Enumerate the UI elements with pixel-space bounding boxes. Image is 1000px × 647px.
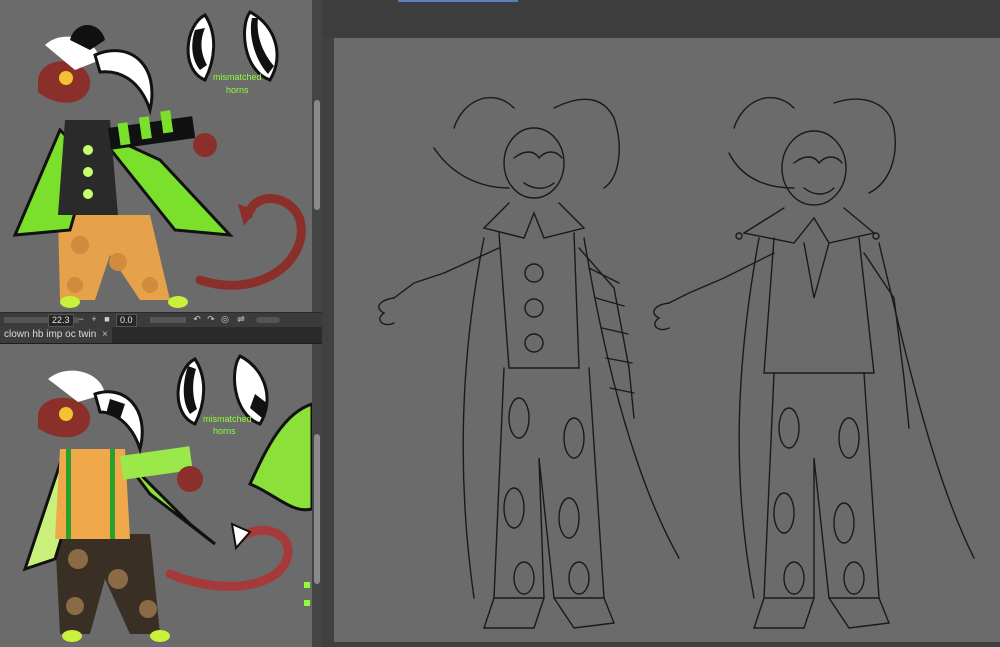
navigator-statusbar: 22.3 − + ■ 0.0 ↶ ↷ ◎ ⇌: [0, 312, 322, 327]
reset-rotation-icon[interactable]: ◎: [220, 314, 230, 324]
active-tab-indicator: [398, 0, 518, 2]
canvas-top-strip: [322, 0, 1000, 38]
scroll-indicator[interactable]: [256, 317, 280, 323]
document-tab[interactable]: clown hb imp oc twin ×: [0, 327, 112, 343]
document-tab-label: clown hb imp oc twin: [4, 329, 97, 340]
sub-view-scroll-thumb[interactable]: [314, 434, 320, 584]
minus-icon[interactable]: −: [76, 314, 86, 324]
navigator-view[interactable]: mismatched horns: [0, 0, 312, 312]
horn-note-line2: horns: [213, 426, 236, 436]
drawing-canvas[interactable]: [334, 38, 1000, 642]
rotation-value[interactable]: 0.0: [116, 314, 137, 327]
close-icon[interactable]: ×: [102, 327, 108, 343]
sketch-layer: [378, 97, 975, 629]
reference-column: mismatched horns 22.3 − + ■ 0.0 ↶ ↷ ◎ ⇌ …: [0, 0, 322, 647]
sub-view-scrollbar[interactable]: [312, 344, 322, 647]
navigator-scroll-thumb[interactable]: [314, 100, 320, 210]
sketch-figure-right: [653, 97, 975, 629]
flip-icon[interactable]: ⇌: [236, 314, 246, 324]
main-canvas-area: [322, 0, 1000, 647]
horn-note-line1: mismatched: [203, 414, 252, 424]
rotation-slider-track[interactable]: [150, 317, 186, 323]
reference-character-top: mismatched horns: [12, 10, 306, 308]
plus-icon[interactable]: +: [89, 314, 99, 324]
sub-view[interactable]: mismatched horns: [0, 344, 312, 647]
sketch-figure-left: [378, 97, 680, 629]
fit-icon[interactable]: ■: [102, 314, 112, 324]
navigator-scrollbar[interactable]: [312, 0, 322, 312]
horn-note-line1: mismatched: [213, 72, 262, 82]
rotate-left-icon[interactable]: ↶: [192, 314, 202, 324]
reference-character-bottom: mismatched horns: [22, 354, 312, 642]
zoom-value[interactable]: 22.3: [48, 314, 74, 327]
rotate-right-icon[interactable]: ↷: [206, 314, 216, 324]
sub-view-tabbar: clown hb imp oc twin ×: [0, 327, 322, 344]
horn-note-line2: horns: [226, 85, 249, 95]
